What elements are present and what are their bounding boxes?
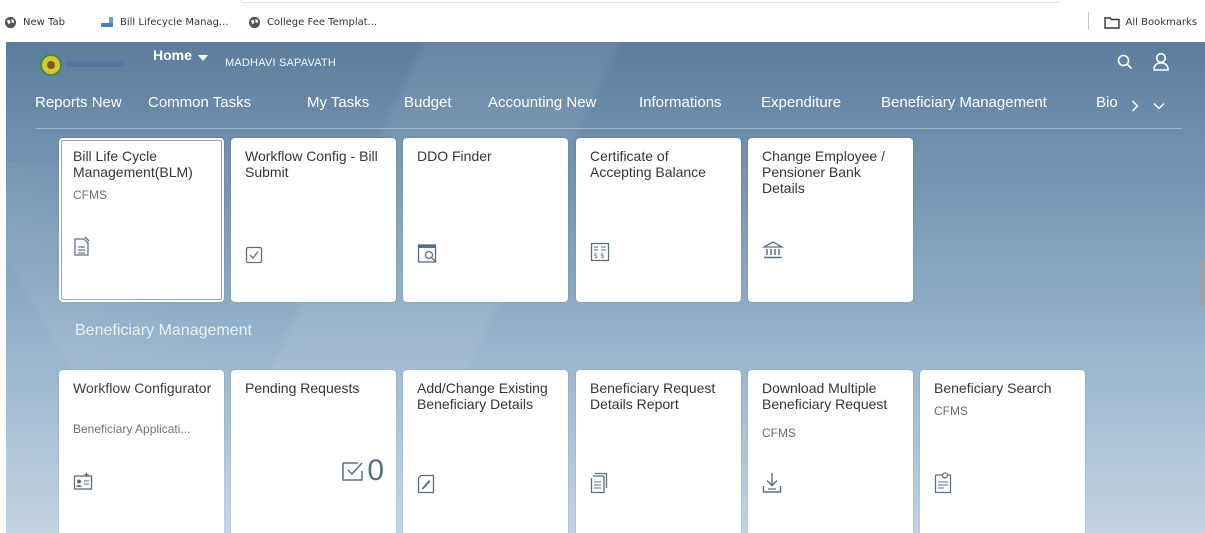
tile-title: Certificate of Accepting Balance xyxy=(590,148,706,180)
bookmark-bill-lifecycle[interactable]: Bill Lifecycle Manag... xyxy=(100,14,229,30)
chevron-right-icon[interactable] xyxy=(1131,100,1139,112)
tile-title: Workflow Config - Bill Submit xyxy=(245,148,378,180)
all-bookmarks-button[interactable]: All Bookmarks xyxy=(1103,14,1197,30)
home-menu[interactable]: Home xyxy=(153,47,208,63)
svg-text:$ $: $ $ xyxy=(594,252,605,260)
bookmarks-separator xyxy=(1088,12,1089,30)
bookmark-label: College Fee Templat... xyxy=(267,16,378,28)
bookmark-new-tab[interactable]: New Tab xyxy=(4,14,65,30)
nav-expenditure[interactable]: Expenditure xyxy=(761,94,841,111)
tile-beneficiary-search[interactable]: Beneficiary Search CFMS xyxy=(920,370,1085,533)
tile-title: Bill Life Cycle Management(BLM) xyxy=(73,148,193,180)
section-title-beneficiary-management: Beneficiary Management xyxy=(75,322,252,339)
tile-title: DDO Finder xyxy=(417,148,492,164)
tile-ddo-finder[interactable]: DDO Finder xyxy=(403,138,568,302)
user-profile-icon[interactable] xyxy=(1152,52,1170,72)
government-emblem-logo[interactable] xyxy=(40,54,62,76)
tile-title: Download Multiple Beneficiary Request xyxy=(762,380,888,412)
nav-beneficiary-management[interactable]: Beneficiary Management xyxy=(881,94,1047,111)
globe-icon xyxy=(4,16,17,28)
folder-icon xyxy=(1103,16,1120,29)
add-contact-icon xyxy=(73,472,93,490)
caret-down-icon xyxy=(197,55,208,61)
download-icon xyxy=(762,473,782,493)
bookmark-college-fee[interactable]: College Fee Templat... xyxy=(248,14,377,30)
nav-common-tasks[interactable]: Common Tasks xyxy=(148,94,251,111)
user-name: MADHAVI SAPAVATH xyxy=(225,57,336,69)
bookmark-label: New Tab xyxy=(23,16,65,28)
pending-count: 0 xyxy=(341,454,384,488)
globe-icon xyxy=(248,16,261,28)
tile-download-multiple-request[interactable]: Download Multiple Beneficiary Request CF… xyxy=(748,370,913,533)
bookmarks-bar: New Tab Bill Lifecycle Manag... College … xyxy=(0,0,1205,42)
tile-subtitle: CFMS xyxy=(762,426,796,440)
tile-subtitle: CFMS xyxy=(934,404,968,418)
tile-add-change-beneficiary[interactable]: Add/Change Existing Beneficiary Details xyxy=(403,370,568,533)
tile-title: Pending Requests xyxy=(245,380,360,396)
search-icon[interactable] xyxy=(1117,54,1133,70)
tile-title: Change Employee / Pensioner Bank Details xyxy=(762,148,885,196)
inbox-check-icon xyxy=(342,462,364,481)
tile-title: Beneficiary Request Details Report xyxy=(590,380,716,412)
nav-divider xyxy=(36,128,1182,129)
scrollbar-thumb[interactable] xyxy=(1199,258,1205,306)
document-search-icon xyxy=(934,472,952,494)
tile-change-bank-details[interactable]: Change Employee / Pensioner Bank Details xyxy=(748,138,913,302)
tile-certificate-accepting-balance[interactable]: Certificate of Accepting Balance $ $ xyxy=(576,138,741,302)
report-icon xyxy=(590,472,608,494)
tile-workflow-configurator[interactable]: Workflow Configurator Beneficiary Applic… xyxy=(59,370,224,533)
nav-reports-new[interactable]: Reports New xyxy=(35,94,122,111)
nav-bio[interactable]: Bio xyxy=(1096,94,1118,111)
nav-informations[interactable]: Informations xyxy=(639,94,722,111)
shell-header: Home MADHAVI SAPAVATH xyxy=(6,42,1205,90)
tile-bill-life-cycle[interactable]: Bill Life Cycle Management(BLM) CFMS xyxy=(59,138,224,302)
nav-budget[interactable]: Budget xyxy=(404,94,452,111)
tile-title: Workflow Configurator xyxy=(73,380,212,396)
tile-pending-requests[interactable]: Pending Requests 0 xyxy=(231,370,396,533)
chevron-down-icon[interactable] xyxy=(1153,102,1165,110)
all-bookmarks-label: All Bookmarks xyxy=(1125,16,1197,28)
tile-subtitle: CFMS xyxy=(73,188,107,202)
home-label: Home xyxy=(153,47,192,63)
tile-title: Add/Change Existing Beneficiary Details xyxy=(417,380,548,412)
checkbox-document-icon xyxy=(245,246,263,264)
tile-subtitle: Beneficiary Applicati... xyxy=(73,422,191,436)
currency-sheet-icon: $ $ xyxy=(590,242,610,262)
address-bar-edge xyxy=(240,0,1060,3)
calendar-search-icon xyxy=(417,244,437,263)
document-edit-icon xyxy=(74,236,90,256)
bank-icon xyxy=(762,241,784,259)
bookmark-label: Bill Lifecycle Manag... xyxy=(120,16,229,28)
logo-text xyxy=(66,61,124,67)
tile-workflow-config-bill-submit[interactable]: Workflow Config - Bill Submit xyxy=(231,138,396,302)
app-icon xyxy=(101,17,113,27)
launchpad-shell: Home MADHAVI SAPAVATH Reports New Common… xyxy=(6,42,1205,533)
nav-my-tasks[interactable]: My Tasks xyxy=(307,94,369,111)
nav-accounting-new[interactable]: Accounting New xyxy=(488,94,596,111)
count-value: 0 xyxy=(367,454,384,487)
edit-document-icon xyxy=(417,474,435,494)
tile-title: Beneficiary Search xyxy=(934,380,1052,396)
tile-beneficiary-request-report[interactable]: Beneficiary Request Details Report xyxy=(576,370,741,533)
